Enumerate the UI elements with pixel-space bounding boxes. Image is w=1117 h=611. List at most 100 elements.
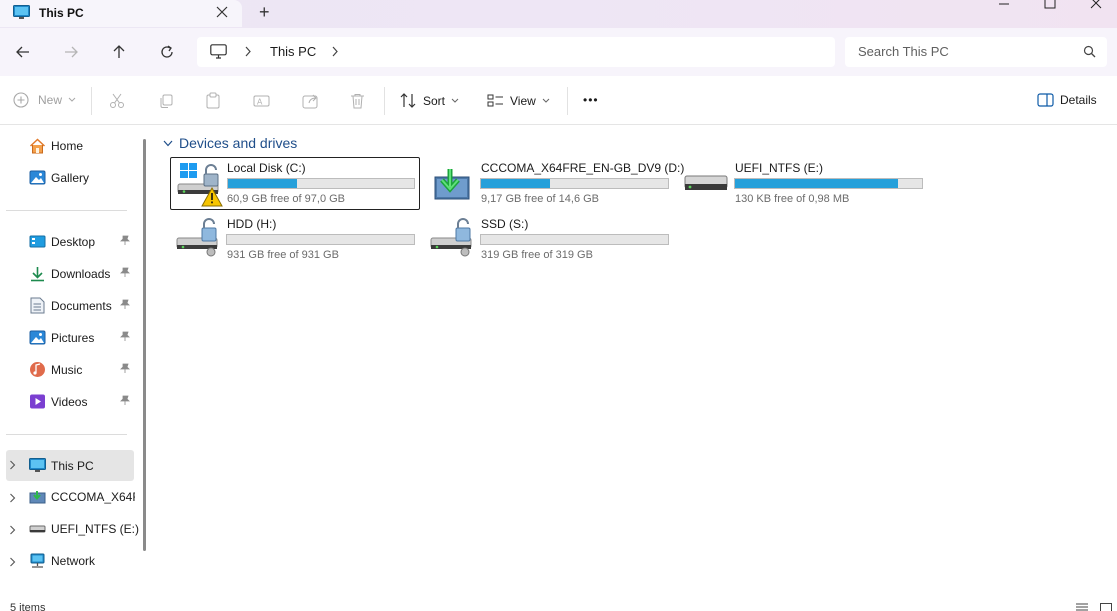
close-window-icon[interactable] bbox=[1090, 0, 1102, 9]
rename-icon[interactable]: A bbox=[253, 93, 270, 109]
sidebar-item-documents[interactable]: Documents bbox=[0, 292, 135, 320]
new-button[interactable]: New bbox=[13, 92, 76, 108]
sidebar-item-usb-drive[interactable]: UEFI_NTFS (E:) bbox=[0, 515, 139, 543]
new-tab-button[interactable]: + bbox=[259, 2, 270, 23]
navigation-pane: Home Gallery Desktop Downloads Documents bbox=[0, 125, 150, 599]
sidebar-item-pictures[interactable]: Pictures bbox=[0, 324, 135, 352]
chevron-right-icon[interactable] bbox=[9, 557, 16, 567]
view-icon bbox=[487, 93, 504, 108]
drive-tile-h[interactable]: HDD (H:) 931 GB free of 931 GB bbox=[172, 214, 422, 266]
drive-usage-bar bbox=[734, 178, 923, 189]
pin-icon[interactable] bbox=[120, 395, 130, 406]
this-pc-icon bbox=[29, 458, 46, 473]
tab-this-pc[interactable]: This PC bbox=[0, 0, 242, 27]
drive-tile-e[interactable]: UEFI_NTFS (E:) 130 KB free of 0,98 MB bbox=[680, 158, 930, 210]
details-pane-icon bbox=[1037, 93, 1054, 107]
drive-name: CCCOMA_X64FRE_EN-GB_DV9 (D:) bbox=[481, 161, 685, 175]
drive-tile-s[interactable]: SSD (S:) 319 GB free of 319 GB bbox=[426, 214, 676, 266]
group-header-devices[interactable]: Devices and drives bbox=[163, 135, 297, 151]
refresh-button[interactable] bbox=[151, 36, 183, 68]
view-button[interactable]: View bbox=[487, 93, 550, 108]
pin-icon[interactable] bbox=[120, 267, 130, 278]
sidebar-item-music[interactable]: Music bbox=[0, 356, 135, 384]
tiles-view-icon[interactable] bbox=[1100, 603, 1112, 611]
drive-tile-d[interactable]: CCCOMA_X64FRE_EN-GB_DV9 (D:) 9,17 GB fre… bbox=[426, 158, 684, 210]
sidebar-item-label: Desktop bbox=[51, 235, 96, 249]
view-label: View bbox=[510, 93, 536, 108]
sort-button[interactable]: Sort bbox=[400, 93, 459, 108]
usb-drive-icon bbox=[684, 172, 728, 198]
pin-icon[interactable] bbox=[120, 235, 130, 246]
search-box[interactable]: Search This PC bbox=[845, 37, 1107, 67]
details-view-icon[interactable] bbox=[1076, 603, 1088, 611]
sort-label: Sort bbox=[423, 93, 446, 108]
search-placeholder[interactable]: Search This PC bbox=[858, 44, 949, 59]
paste-icon[interactable] bbox=[205, 92, 221, 109]
sidebar-item-label: Gallery bbox=[51, 171, 90, 185]
cut-icon[interactable] bbox=[109, 93, 125, 109]
new-label: New bbox=[38, 93, 63, 107]
search-icon[interactable] bbox=[1083, 45, 1096, 58]
sidebar-item-label: Pictures bbox=[51, 331, 95, 345]
drive-free-space: 60,9 GB free of 97,0 GB bbox=[227, 193, 346, 205]
up-button[interactable] bbox=[103, 36, 135, 68]
gallery-icon bbox=[29, 169, 46, 186]
breadcrumb-chevron-icon[interactable] bbox=[331, 46, 339, 57]
toolbar-separator bbox=[567, 87, 568, 115]
sidebar-item-gallery[interactable]: Gallery bbox=[0, 164, 135, 192]
sidebar-item-this-pc[interactable]: This PC bbox=[6, 450, 134, 481]
locked-drive-icon bbox=[429, 216, 477, 258]
videos-icon bbox=[29, 393, 46, 410]
tab-title: This PC bbox=[39, 6, 84, 20]
breadcrumb-chevron-icon[interactable] bbox=[244, 46, 252, 57]
drive-tile-c[interactable]: Local Disk (C:) 60,9 GB free of 97,0 GB bbox=[170, 157, 420, 210]
dvd-drive-icon bbox=[29, 490, 46, 504]
sort-icon bbox=[400, 93, 417, 108]
copy-icon[interactable] bbox=[158, 93, 174, 109]
drive-free-space: 130 KB free of 0,98 MB bbox=[735, 193, 850, 205]
share-icon[interactable] bbox=[302, 93, 319, 109]
sidebar-item-label: Downloads bbox=[51, 267, 111, 281]
sidebar-item-network[interactable]: Network bbox=[0, 547, 135, 575]
sidebar-divider bbox=[6, 434, 127, 435]
sidebar-item-desktop[interactable]: Desktop bbox=[0, 228, 135, 256]
downloads-icon bbox=[29, 266, 46, 282]
svg-text:A: A bbox=[257, 98, 263, 107]
sidebar-item-downloads[interactable]: Downloads bbox=[0, 260, 135, 288]
sidebar-item-label: Network bbox=[51, 554, 96, 568]
maximize-icon[interactable] bbox=[1044, 0, 1056, 9]
drive-usage-bar bbox=[480, 178, 669, 189]
toolbar-separator bbox=[384, 87, 385, 115]
toolbar-separator bbox=[91, 87, 92, 115]
pin-icon[interactable] bbox=[120, 331, 130, 342]
documents-icon bbox=[30, 297, 45, 314]
close-tab-icon[interactable] bbox=[216, 6, 228, 18]
address-bar[interactable]: This PC bbox=[197, 37, 835, 67]
status-bar: 5 items bbox=[0, 599, 1117, 611]
chevron-right-icon[interactable] bbox=[9, 460, 16, 470]
minimize-icon[interactable] bbox=[998, 0, 1010, 8]
sidebar-item-label: Documents bbox=[51, 299, 112, 313]
chevron-right-icon[interactable] bbox=[9, 525, 16, 535]
sidebar-scrollbar[interactable] bbox=[143, 139, 146, 551]
pin-icon[interactable] bbox=[120, 363, 130, 374]
sidebar-item-home[interactable]: Home bbox=[0, 132, 135, 160]
sidebar-item-dvd-drive[interactable]: CCCOMA_X64FI bbox=[0, 483, 135, 511]
sidebar-item-label: Music bbox=[51, 363, 83, 377]
details-button[interactable]: Details bbox=[1037, 93, 1097, 107]
sidebar-item-label: UEFI_NTFS (E:) bbox=[51, 522, 140, 536]
delete-icon[interactable] bbox=[350, 93, 365, 109]
sidebar-item-videos[interactable]: Videos bbox=[0, 388, 135, 416]
pictures-icon bbox=[29, 329, 46, 346]
drive-usage-bar bbox=[227, 178, 415, 189]
back-button[interactable] bbox=[7, 36, 39, 68]
more-options-button[interactable]: ••• bbox=[583, 93, 599, 107]
chevron-right-icon[interactable] bbox=[9, 493, 16, 503]
drive-name: SSD (S:) bbox=[481, 217, 529, 231]
pin-icon[interactable] bbox=[120, 299, 130, 310]
chevron-down-icon bbox=[68, 97, 76, 103]
forward-button[interactable] bbox=[55, 36, 87, 68]
drive-usage-fill bbox=[228, 179, 297, 188]
breadcrumb-this-pc[interactable]: This PC bbox=[270, 44, 316, 59]
drive-free-space: 319 GB free of 319 GB bbox=[481, 249, 593, 261]
